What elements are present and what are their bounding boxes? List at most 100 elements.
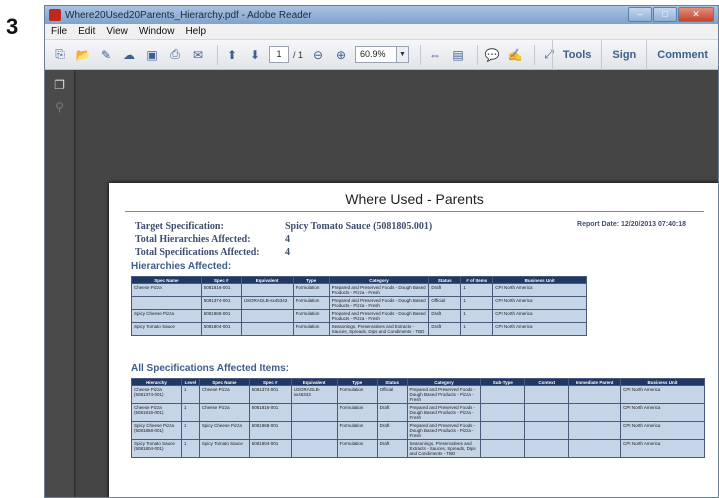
table-row: Cheese Pizza (5081374-001) 1 Cheese Pizza 5… — [131, 385, 705, 404]
specs-cell: Spicy Cheese Pizza (5081868-001) — [131, 421, 182, 440]
previous-page-icon[interactable]: ⬆ — [223, 46, 241, 64]
specs-cell — [290, 403, 338, 422]
comment-icon[interactable]: 💬 — [483, 46, 501, 64]
document-title: Where Used - Parents — [345, 191, 484, 207]
comment-button[interactable]: Comment — [646, 40, 718, 70]
email-icon[interactable]: ✉ — [189, 46, 207, 64]
hierarchies-cell: Cheese Pizza — [131, 283, 202, 297]
toolbar: ⎘ 📂 ✎ ☁ ▣ ⎙ ✉ ⬆ ⬇ 1 / 1 ⊖ ⊕ 60.9% ▼ ⇔ ▤ … — [45, 40, 718, 70]
minimize-button[interactable]: – — [628, 7, 652, 22]
close-button[interactable]: ✕ — [678, 7, 714, 22]
attachments-icon[interactable]: ⚲ — [53, 100, 67, 114]
tools-button[interactable]: Tools — [551, 40, 602, 70]
hierarchies-cell: Prepared and Preserved Foods - Dough Bas… — [328, 309, 430, 323]
hierarchies-cell: Draft — [428, 309, 462, 323]
specs-column-header: Context — [524, 378, 570, 386]
hierarchies-column-header: # of Items — [460, 276, 494, 284]
toolbar-right-panel: Tools Sign Comment — [551, 40, 718, 70]
hierarchies-column-header: Category — [328, 276, 430, 284]
specs-cell: Prepared and Preserved Foods - Dough Bas… — [406, 403, 482, 422]
specs-cell: CPI North America — [620, 439, 705, 458]
specs-cell: Prepared and Preserved Foods - Dough Bas… — [406, 421, 482, 440]
next-page-icon[interactable]: ⬇ — [246, 46, 264, 64]
specs-cell: Formulation — [336, 439, 378, 458]
fit-width-icon[interactable]: ▤ — [449, 46, 467, 64]
hierarchies-cell: Spicy Tomato Sauce — [131, 322, 202, 336]
hierarchies-cell: Formulation — [292, 322, 330, 336]
create-pdf-icon[interactable]: ⎘ — [51, 46, 69, 64]
menu-bar: File Edit View Window Help — [45, 24, 718, 40]
hierarchies-cell: Formulation — [292, 283, 330, 297]
specs-cell: Cheese Pizza (5081816-001) — [131, 403, 182, 422]
open-icon[interactable]: 📂 — [74, 46, 92, 64]
step-number: 3 — [6, 14, 19, 39]
table-row: Spicy Cheese Pizza (5081868-001) 1 Spicy C… — [131, 421, 705, 440]
specs-cell: 1 — [180, 385, 200, 404]
specs-cell: 5081868-001 — [248, 421, 292, 440]
toolbar-separator — [420, 44, 422, 65]
specs-cell — [480, 403, 526, 422]
specs-cell — [290, 421, 338, 440]
hierarchies-cell: 5081374-001 — [200, 296, 242, 310]
target-spec-label: Target Specification: — [135, 221, 224, 232]
hierarchies-cell: Formulation — [292, 296, 330, 310]
hierarchies-cell: 1 — [460, 322, 494, 336]
specs-cell — [568, 385, 622, 404]
highlight-icon[interactable]: ✍ — [506, 46, 524, 64]
specs-cell: Seasonings, Preservatives and Extracts -… — [406, 439, 482, 458]
hierarchies-column-header: Spec # — [200, 276, 242, 284]
table-row: Spicy Cheese Pizza 5081868-001 Formulation… — [131, 309, 587, 323]
maximize-button[interactable]: □ — [653, 7, 677, 22]
table-row: Cheese Pizza (5081816-001) 1 Cheese Pizza 5… — [131, 403, 705, 422]
specs-column-header: Sub-Type — [480, 378, 526, 386]
hierarchies-cell: USORAGLB-sx45343 — [240, 296, 294, 310]
total-specs-value: 4 — [285, 247, 290, 258]
hierarchies-cell: 5081868-001 — [200, 309, 242, 323]
table-row: Spicy Tomato Sauce 5081804-001 Formulation… — [131, 322, 587, 336]
hierarchies-cell: Formulation — [292, 309, 330, 323]
menu-file[interactable]: File — [51, 26, 67, 37]
specs-cell — [568, 403, 622, 422]
menu-edit[interactable]: Edit — [78, 26, 95, 37]
title-divider — [125, 211, 704, 212]
window-title: Where20Used20Parents_Hierarchy.pdf - Ado… — [65, 9, 312, 21]
page-thumbnails-icon[interactable]: ❐ — [53, 78, 67, 92]
cloud-upload-icon[interactable]: ☁ — [120, 46, 138, 64]
hierarchies-cell — [240, 322, 294, 336]
page-number-input[interactable]: 1 — [269, 46, 289, 63]
menu-help[interactable]: Help — [185, 26, 206, 37]
document-viewer[interactable]: Where Used - Parents Target Specificatio… — [76, 70, 718, 497]
specs-cell — [524, 439, 570, 458]
specs-cell: CPI North America — [620, 421, 705, 440]
hierarchies-cell — [240, 283, 294, 297]
specs-cell — [480, 385, 526, 404]
specs-cell: Spicy Cheese Pizza — [198, 421, 250, 440]
edit-icon[interactable]: ✎ — [97, 46, 115, 64]
specs-cell: 5081816-001 — [248, 403, 292, 422]
specs-cell — [568, 421, 622, 440]
print-icon[interactable]: ⎙ — [166, 46, 184, 64]
menu-window[interactable]: Window — [139, 26, 175, 37]
fit-page-icon[interactable]: ⇔ — [426, 46, 444, 64]
save-icon[interactable]: ▣ — [143, 46, 161, 64]
zoom-out-icon[interactable]: ⊖ — [309, 46, 327, 64]
toolbar-separator — [217, 44, 218, 65]
hierarchies-cell — [131, 296, 202, 310]
zoom-dropdown-icon[interactable]: ▼ — [397, 46, 410, 63]
table-row: Spicy Tomato Sauce (5081804-001) 1 Spicy T… — [131, 439, 705, 458]
specs-column-header: Status — [376, 378, 408, 386]
zoom-in-icon[interactable]: ⊕ — [332, 46, 350, 64]
specs-cell — [524, 403, 570, 422]
title-bar: Where20Used20Parents_Hierarchy.pdf - Ado… — [45, 6, 718, 24]
menu-view[interactable]: View — [106, 26, 128, 37]
window-controls: – □ ✕ — [628, 7, 714, 22]
zoom-level-input[interactable]: 60.9% — [355, 46, 398, 63]
specs-cell: Spicy Tomato Sauce (5081804-001) — [131, 439, 182, 458]
hierarchies-cell: 5081816-001 — [200, 283, 242, 297]
specs-cell: 1 — [180, 439, 200, 458]
specs-column-header: Hierarchy — [131, 378, 182, 386]
specs-column-header: Business Unit — [620, 378, 705, 386]
specs-cell: Spicy Tomato Sauce — [198, 439, 250, 458]
sign-button[interactable]: Sign — [601, 40, 646, 70]
specs-column-header: Equivalent — [290, 378, 338, 386]
